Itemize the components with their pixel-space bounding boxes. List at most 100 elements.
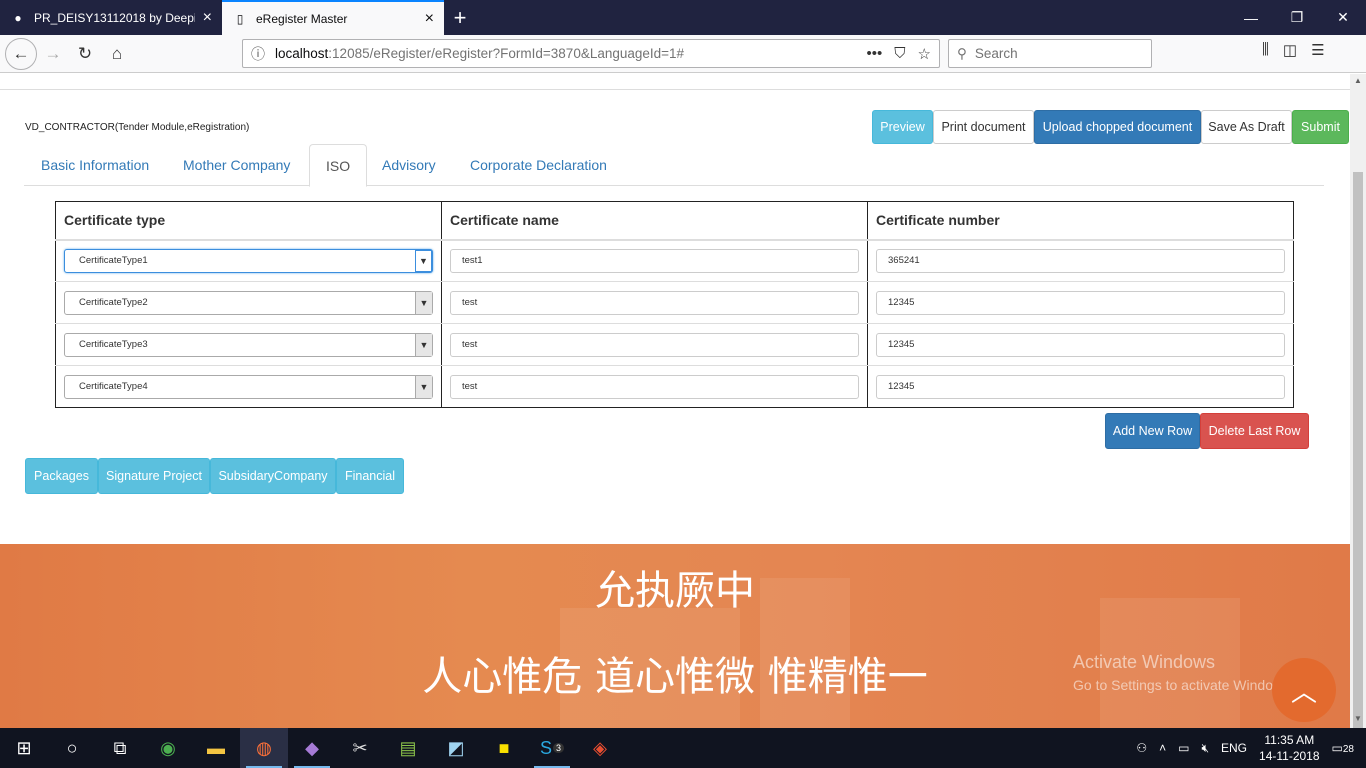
task-view-icon[interactable]: ⧉ xyxy=(96,728,144,768)
file-explorer-icon[interactable]: ▬ xyxy=(192,728,240,768)
clock[interactable]: 11:35 AM 14-11-2018 xyxy=(1259,732,1320,764)
page-icon: ▯ xyxy=(236,11,244,26)
footer-banner: 允执厥中 人心惟危 道心惟微 惟精惟一 Activate Windows Go … xyxy=(0,544,1350,728)
restore-icon[interactable]: ❐ xyxy=(1274,0,1320,35)
form-tabs: Basic Information Mother Company ISO Adv… xyxy=(24,144,1324,187)
certificate-type-select[interactable]: CertificateType4 ▼ xyxy=(64,374,433,399)
certificate-name-input[interactable]: test xyxy=(450,374,859,399)
notepad-icon[interactable]: ▤ xyxy=(384,728,432,768)
browser-tab-eregister[interactable]: ▯ eRegister Master × xyxy=(222,0,444,35)
page-content: VD_CONTRACTOR(Tender Module,eRegistratio… xyxy=(0,74,1350,728)
clock-date: 14-11-2018 xyxy=(1259,749,1320,763)
page-scrollbar[interactable]: ▲ ▼ xyxy=(1350,74,1366,738)
close-window-icon[interactable]: ✕ xyxy=(1320,0,1366,35)
certificate-name-input[interactable]: test xyxy=(450,332,859,357)
cortana-search-icon[interactable]: ○ xyxy=(48,728,96,768)
certificate-type-select[interactable]: CertificateType1 ▼ xyxy=(64,248,433,273)
chevron-up-icon[interactable]: ˄ xyxy=(1159,741,1166,755)
back-button[interactable]: ← xyxy=(5,37,37,70)
certificate-name-input[interactable]: test1 xyxy=(450,248,859,273)
table-row: CertificateType1 ▼ test1 365241 xyxy=(55,239,1294,282)
tab-iso[interactable]: ISO xyxy=(309,144,368,187)
url-bar[interactable]: ⓘ localhost:12085/eRegister/eRegister?Fo… xyxy=(242,39,940,68)
packages-button[interactable]: Packages xyxy=(25,458,98,494)
select-value: CertificateType2 xyxy=(79,297,148,308)
certificate-number-input[interactable]: 365241 xyxy=(876,248,1285,273)
language-indicator[interactable]: ENG xyxy=(1221,741,1247,755)
table-row: CertificateType4 ▼ test 12345 xyxy=(55,365,1294,408)
close-tab-icon[interactable]: × xyxy=(203,9,212,27)
search-input[interactable]: ⚲ Search xyxy=(948,39,1152,68)
scroll-down-arrow-icon[interactable]: ▼ xyxy=(1354,714,1362,723)
add-new-row-button[interactable]: Add New Row xyxy=(1105,413,1200,449)
submit-button[interactable]: Submit xyxy=(1292,110,1349,144)
iso-certificate-table: Certificate type Certificate name Certif… xyxy=(55,201,1294,408)
delete-last-row-button[interactable]: Delete Last Row xyxy=(1200,413,1309,449)
chevron-down-icon[interactable]: ▼ xyxy=(415,291,432,314)
certificate-number-input[interactable]: 12345 xyxy=(876,374,1285,399)
preview-button[interactable]: Preview xyxy=(872,110,933,144)
chevron-down-icon[interactable]: ▼ xyxy=(415,249,432,272)
header-certificate-name: Certificate name xyxy=(441,201,868,241)
certificate-name-input[interactable]: test xyxy=(450,290,859,315)
sidebar-icon[interactable]: ◫ xyxy=(1283,41,1297,59)
skype-icon[interactable]: S3 xyxy=(528,728,576,768)
sticky-notes-icon[interactable]: ■ xyxy=(480,728,528,768)
people-icon[interactable]: ⚇ xyxy=(1136,741,1147,755)
app-icon[interactable]: ◩ xyxy=(432,728,480,768)
certificate-type-select[interactable]: CertificateType3 ▼ xyxy=(64,332,433,357)
header-certificate-number: Certificate number xyxy=(867,201,1294,241)
browser-tab-github[interactable]: ● PR_DEISY13112018 by Deepika3 × xyxy=(0,0,222,35)
scroll-to-top-button[interactable]: ︿ xyxy=(1272,658,1336,722)
upload-chopped-document-button[interactable]: Upload chopped document xyxy=(1034,110,1201,144)
search-placeholder: Search xyxy=(974,46,1018,61)
scrollbar-thumb[interactable] xyxy=(1353,172,1363,738)
close-tab-icon[interactable]: × xyxy=(425,10,434,28)
minimize-icon[interactable]: — xyxy=(1228,0,1274,35)
network-icon[interactable]: ▭ xyxy=(1178,741,1189,755)
reload-button[interactable]: ↻ xyxy=(69,38,101,70)
new-tab-button[interactable]: + xyxy=(444,0,476,35)
windows-start-icon[interactable]: ⊞ xyxy=(0,728,48,768)
system-tray: ⚇ ˄ ▭ 🔇︎ ENG 11:35 AM 14-11-2018 ▭28 xyxy=(1136,732,1366,764)
bookmark-star-icon[interactable]: ☆ xyxy=(918,45,931,63)
browser-tabbar: ● PR_DEISY13112018 by Deepika3 × ▯ eRegi… xyxy=(0,0,1366,35)
tab-advisory[interactable]: Advisory xyxy=(366,144,452,186)
save-as-draft-button[interactable]: Save As Draft xyxy=(1201,110,1292,144)
library-icon[interactable]: ⫼ xyxy=(1262,41,1269,59)
volume-muted-icon[interactable]: 🔇︎ xyxy=(1201,741,1209,756)
tab-mother-company[interactable]: Mother Company xyxy=(167,144,306,186)
certificate-number-input[interactable]: 12345 xyxy=(876,332,1285,357)
scroll-up-arrow-icon[interactable]: ▲ xyxy=(1354,76,1362,85)
forward-button[interactable]: → xyxy=(37,38,69,70)
chrome-icon[interactable]: ◉ xyxy=(144,728,192,768)
certificate-type-select[interactable]: CertificateType2 ▼ xyxy=(64,290,433,315)
subsidary-company-button[interactable]: SubsidaryCompany xyxy=(210,458,336,494)
tools-icon[interactable]: ✂ xyxy=(336,728,384,768)
banner-motto: 允执厥中 xyxy=(595,568,755,614)
menu-icon[interactable]: ☰ xyxy=(1311,41,1324,59)
certificate-number-input[interactable]: 12345 xyxy=(876,290,1285,315)
select-value: CertificateType3 xyxy=(79,339,148,350)
clock-time: 11:35 AM xyxy=(1264,733,1315,747)
financial-button[interactable]: Financial xyxy=(336,458,404,494)
chevron-down-icon[interactable]: ▼ xyxy=(415,375,432,398)
page-actions-icon[interactable]: ••• xyxy=(867,45,883,63)
tab-title: PR_DEISY13112018 by Deepika3 xyxy=(34,10,195,25)
chevron-down-icon[interactable]: ▼ xyxy=(415,333,432,356)
tab-basic-information[interactable]: Basic Information xyxy=(25,144,165,186)
info-icon[interactable]: ⓘ xyxy=(251,44,269,64)
signature-project-button[interactable]: Signature Project xyxy=(98,458,210,494)
visual-studio-icon[interactable]: ◆ xyxy=(288,728,336,768)
breadcrumb: VD_CONTRACTOR(Tender Module,eRegistratio… xyxy=(25,122,250,133)
tab-corporate-declaration[interactable]: Corporate Declaration xyxy=(454,144,623,186)
firefox-icon[interactable]: ◍ xyxy=(240,728,288,768)
print-document-button[interactable]: Print document xyxy=(933,110,1034,144)
pocket-icon[interactable]: ⛉ xyxy=(894,45,905,63)
windows-taskbar: ⊞ ○ ⧉ ◉ ▬ ◍ ◆ ✂ ▤ ◩ ■ S3 ◈ ⚇ ˄ ▭ 🔇︎ ENG … xyxy=(0,728,1366,768)
github-icon: ● xyxy=(14,10,22,25)
notifications-icon[interactable]: ▭28 xyxy=(1332,741,1354,755)
git-icon[interactable]: ◈ xyxy=(576,728,624,768)
browser-navbar: ← → ↻ ⌂ ⓘ localhost:12085/eRegister/eReg… xyxy=(0,35,1366,73)
home-button[interactable]: ⌂ xyxy=(101,38,133,70)
